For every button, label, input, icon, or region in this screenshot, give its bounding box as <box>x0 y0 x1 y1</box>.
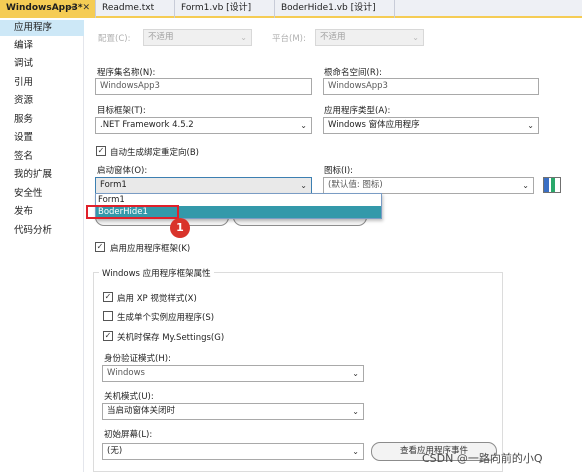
icon-select[interactable]: (默认值: 图标) ⌄ <box>323 177 534 194</box>
auth-mode-value: Windows <box>107 368 145 378</box>
sidebar-item-settings[interactable]: 设置 <box>0 130 84 146</box>
splash-screen-value: (无) <box>107 446 123 456</box>
chevron-down-icon: ⌄ <box>522 181 529 190</box>
sidebar-item-references[interactable]: 引用 <box>0 75 84 91</box>
save-settings-checkbox[interactable]: ✓ <box>103 331 113 341</box>
auth-mode-label: 身份验证模式(H): <box>104 354 171 364</box>
tab-label: Form1.vb [设计] <box>181 3 252 13</box>
xp-styles-checkbox[interactable]: ✓ <box>103 292 113 302</box>
shutdown-mode-value: 当启动窗体关闭时 <box>107 406 176 416</box>
platform-select: 不适用 ⌄ <box>315 29 424 46</box>
config-value: 不适用 <box>148 32 174 42</box>
sidebar-item-services[interactable]: 服务 <box>0 112 84 128</box>
target-framework-select[interactable]: .NET Framework 4.5.2 ⌄ <box>95 117 312 134</box>
root-namespace-label: 根命名空间(R): <box>324 68 382 78</box>
assembly-name-label: 程序集名称(N): <box>97 68 156 78</box>
shutdown-mode-label: 关机模式(U): <box>104 392 154 402</box>
app-type-value: Windows 窗体应用程序 <box>328 120 420 130</box>
chevron-down-icon: ⌄ <box>300 181 307 190</box>
enable-framework-label: 启用应用程序框架(K) <box>110 244 191 254</box>
chevron-down-icon: ⌄ <box>300 121 307 130</box>
app-type-select[interactable]: Windows 窗体应用程序 ⌄ <box>323 117 539 134</box>
close-icon[interactable]: ✕ <box>82 0 90 17</box>
chevron-down-icon: ⌄ <box>352 369 359 378</box>
single-instance-label: 生成单个实例应用程序(S) <box>117 313 215 323</box>
watermark-text: CSDN @一路向前的小Q <box>422 452 543 465</box>
sidebar-item-compile[interactable]: 编译 <box>0 38 84 54</box>
platform-label: 平台(M): <box>272 34 306 44</box>
startup-form-label: 启动窗体(O): <box>97 166 148 176</box>
sidebar-item-publish[interactable]: 发布 <box>0 204 84 220</box>
tab-form1-design[interactable]: Form1.vb [设计] <box>175 0 275 18</box>
annotation-step-badge: 1 <box>170 218 190 238</box>
single-instance-checkbox[interactable] <box>103 311 113 321</box>
sidebar-item-resources[interactable]: 资源 <box>0 93 84 109</box>
chevron-down-icon: ⌄ <box>352 407 359 416</box>
target-framework-label: 目标框架(T): <box>97 106 146 116</box>
target-framework-value: .NET Framework 4.5.2 <box>100 120 194 130</box>
sidebar-item-application[interactable]: 应用程序 <box>0 20 84 36</box>
sidebar-item-signing[interactable]: 签名 <box>0 149 84 165</box>
splash-screen-label: 初始屏幕(L): <box>104 430 153 440</box>
tab-windowsapp3[interactable]: WindowsApp3* ⊸ ✕ <box>0 0 96 18</box>
auto-binding-label: 自动生成绑定重定向(B) <box>110 148 199 158</box>
enable-framework-checkbox[interactable]: ✓ <box>95 242 105 252</box>
chevron-down-icon: ⌄ <box>527 121 534 130</box>
annotation-highlight-box <box>86 205 179 219</box>
config-label: 配置(C): <box>98 34 131 44</box>
sidebar-item-my-extensions[interactable]: 我的扩展 <box>0 167 84 183</box>
app-icon-preview-icon <box>543 177 561 193</box>
shutdown-mode-select[interactable]: 当启动窗体关闭时 ⌄ <box>102 403 364 420</box>
framework-group-title: Windows 应用程序框架属性 <box>99 267 214 279</box>
root-namespace-input[interactable]: WindowsApp3 <box>323 78 539 95</box>
sidebar-item-security[interactable]: 安全性 <box>0 186 84 202</box>
chevron-down-icon: ⌄ <box>240 33 247 42</box>
tab-boderhide1-design[interactable]: BoderHide1.vb [设计] <box>275 0 395 18</box>
sidebar-item-debug[interactable]: 调试 <box>0 56 84 72</box>
save-settings-label: 关机时保存 My.Settings(G) <box>117 333 225 343</box>
sidebar-item-code-analysis[interactable]: 代码分析 <box>0 223 84 239</box>
platform-value: 不适用 <box>320 32 346 42</box>
app-type-label: 应用程序类型(A): <box>324 106 391 116</box>
tab-label: BoderHide1.vb [设计] <box>281 3 376 13</box>
config-select: 不适用 ⌄ <box>143 29 252 46</box>
auto-binding-checkbox[interactable]: ✓ <box>96 146 106 156</box>
chevron-down-icon: ⌄ <box>352 447 359 456</box>
tab-readme[interactable]: Readme.txt <box>96 0 175 18</box>
document-tab-bar: WindowsApp3* ⊸ ✕ Readme.txt Form1.vb [设计… <box>0 0 582 18</box>
icon-value: (默认值: 图标) <box>328 180 383 190</box>
assembly-name-input[interactable]: WindowsApp3 <box>95 78 312 95</box>
chevron-down-icon: ⌄ <box>412 33 419 42</box>
splash-screen-select[interactable]: (无) ⌄ <box>102 443 364 460</box>
startup-form-select[interactable]: Form1 ⌄ <box>95 177 312 194</box>
startup-form-value: Form1 <box>100 180 127 190</box>
project-properties-sidebar: 应用程序 编译 调试 引用 资源 服务 设置 签名 我的扩展 安全性 发布 代码… <box>0 20 84 472</box>
auth-mode-select[interactable]: Windows ⌄ <box>102 365 364 382</box>
xp-styles-label: 启用 XP 视觉样式(X) <box>117 294 197 304</box>
tab-label: Readme.txt <box>102 3 155 13</box>
icon-label: 图标(I): <box>324 166 354 176</box>
pin-icon[interactable]: ⊸ <box>67 0 75 17</box>
